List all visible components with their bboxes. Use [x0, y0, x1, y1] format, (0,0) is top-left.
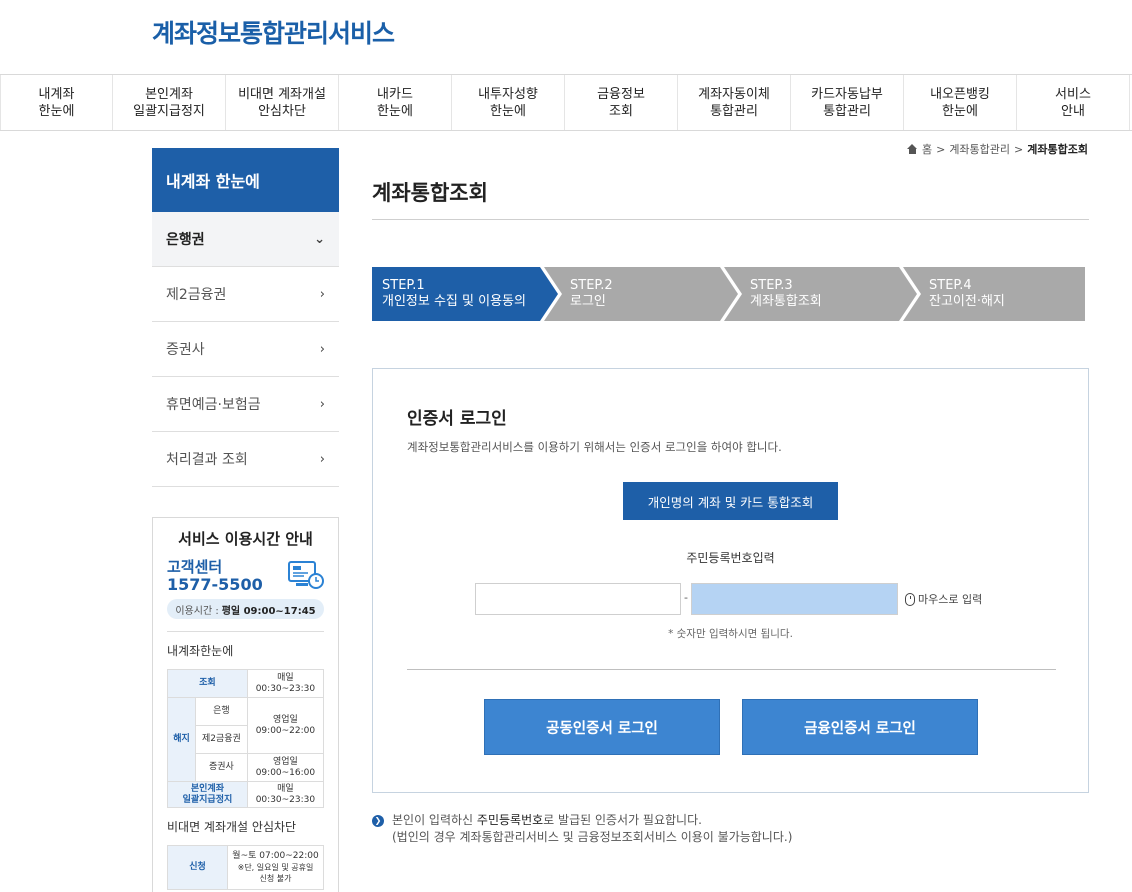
table-cell: 영업일 09:00~16:00	[246, 753, 325, 782]
side-nav: 내계좌 한눈에 은행권 ⌄ 제2금융권 › 증권사 › 휴면예금·보험금 › 처…	[152, 148, 339, 487]
page-title: 계좌통합조회	[372, 181, 488, 205]
side-nav-item-label: 증권사	[166, 342, 205, 358]
service-hours-pill: 이용시간 : 평일 09:00~17:45	[167, 599, 324, 619]
rrn-back-input[interactable]	[691, 583, 898, 615]
table-cell: 매일 00:30~23:30	[246, 669, 325, 698]
side-nav-item-label: 은행권	[166, 232, 205, 248]
table-cell: 조회	[167, 669, 248, 698]
step-2: STEP.2 로그인	[570, 278, 613, 309]
side-nav-item-label: 휴면예금·보험금	[166, 397, 261, 413]
notice-line-2: (법인의 경우 계좌통합관리서비스 및 금융정보조회서비스 이용이 불가능합니다…	[392, 830, 793, 844]
table-cell: 은행	[195, 697, 248, 726]
notice-text: 본인이 입력하신	[392, 813, 477, 827]
gnb-item-7[interactable]: 계좌자동이체 통합관리	[678, 75, 791, 130]
gnb-item-10[interactable]: 서비스 안내	[1017, 75, 1130, 130]
side-nav-title: 내계좌 한눈에	[152, 148, 339, 212]
notice-text: 로 발급된 인증서가 필요합니다.	[543, 813, 702, 827]
side-nav-item-label: 제2금융권	[166, 287, 227, 303]
divider	[407, 669, 1056, 670]
rrn-label: 주민등록번호입력	[686, 551, 775, 565]
divider	[372, 219, 1089, 220]
side-nav-item-bank[interactable]: 은행권 ⌄	[152, 212, 339, 267]
chevron-right-icon: ›	[319, 396, 325, 412]
table-cell-text: 월~토 07:00~22:00	[232, 851, 319, 861]
side-nav-item-results[interactable]: 처리결과 조회 ›	[152, 432, 339, 487]
table-cell: 본인계좌 일괄지급정지	[167, 781, 248, 808]
gnb-item-3[interactable]: 비대면 계좌개설 안심차단	[226, 75, 339, 130]
table-cell: 증권사	[195, 753, 248, 782]
monitor-clock-icon	[288, 561, 324, 589]
table-cell: 월~토 07:00~22:00 ※단, 일요일 및 공휴일 신청 불가	[227, 845, 324, 890]
service-section-title: 비대면 계좌개설 안심차단	[167, 820, 297, 834]
mouse-input-label: 마우스로 입력	[918, 593, 983, 606]
step-3: STEP.3 계좌통합조회	[750, 278, 822, 309]
gnb-item-6[interactable]: 금융정보 조회	[565, 75, 678, 130]
cert-login-title: 인증서 로그인	[407, 409, 507, 429]
breadcrumb-current: 계좌통합조회	[1027, 143, 1088, 156]
notice: ❯ 본인이 입력하신 주민등록번호로 발급된 인증서가 필요합니다. (법인의 경…	[372, 812, 792, 846]
customer-center: 고객센터 1577-5500	[167, 558, 324, 594]
service-hours-title: 서비스 이용시간 안내	[178, 530, 313, 548]
side-nav-item-label: 처리결과 조회	[166, 452, 248, 468]
chevron-down-icon: ⌄	[314, 231, 325, 247]
financial-cert-login-button[interactable]: 금융인증서 로그인	[742, 699, 978, 755]
service-hours-value: 평일 09:00~17:45	[221, 605, 316, 617]
chevron-right-icon: ›	[319, 451, 325, 467]
table-cell: 매일 00:30~23:30	[246, 781, 325, 808]
table-cell-note: ※단, 일요일 및 공휴일 신청 불가	[237, 863, 314, 883]
gnb-item-1[interactable]: 내계좌 한눈에	[0, 75, 113, 130]
mouse-icon	[905, 592, 915, 606]
notice-line-1: ❯ 본인이 입력하신 주민등록번호로 발급된 인증서가 필요합니다.	[372, 812, 792, 829]
step-4: STEP.4 잔고이전·해지	[929, 278, 1005, 309]
table-cell: 영업일 09:00~22:00	[246, 697, 325, 754]
step-indicator: STEP.1 개인정보 수집 및 이용동의 STEP.2 로그인 STEP.3 …	[372, 267, 1085, 321]
site-logo[interactable]: 계좌정보통합관리서비스	[152, 14, 395, 50]
service-section-title: 내계좌한눈에	[167, 644, 234, 658]
chevron-right-icon: ›	[319, 341, 325, 357]
gnb-item-8[interactable]: 카드자동납부 통합관리	[791, 75, 904, 130]
global-nav: 내계좌 한눈에 본인계좌 일괄지급정지 비대면 계좌개설 안심차단 내카드 한눈에 내투…	[0, 74, 1132, 131]
gnb-item-5[interactable]: 내투자성향 한눈에	[452, 75, 565, 130]
joint-cert-login-button[interactable]: 공동인증서 로그인	[484, 699, 720, 755]
breadcrumb-level1[interactable]: 계좌통합관리	[949, 141, 1010, 157]
table-cell: 제2금융권	[195, 725, 248, 754]
chevron-right-icon: >	[936, 142, 946, 156]
side-nav-item-securities[interactable]: 증권사 ›	[152, 322, 339, 377]
gnb-item-4[interactable]: 내카드 한눈에	[339, 75, 452, 130]
side-nav-item-second-tier[interactable]: 제2금융권 ›	[152, 267, 339, 322]
divider	[167, 631, 324, 632]
step-1: STEP.1 개인정보 수집 및 이용동의	[382, 278, 526, 309]
chevron-right-circle-icon: ❯	[372, 814, 384, 827]
rrn-front-input[interactable]	[475, 583, 681, 615]
home-icon[interactable]	[906, 144, 918, 154]
cert-login-description: 계좌정보통합관리서비스를 이용하기 위해서는 인증서 로그인을 하여야 합니다.	[407, 440, 782, 454]
notice-emphasis: 주민등록번호	[476, 813, 544, 827]
chevron-right-icon: ›	[319, 286, 325, 302]
service-hours-table: 조회 매일 00:30~23:30 해지 은행 영업일 09:00~22:00 …	[167, 669, 325, 808]
personal-inquiry-button[interactable]: 개인명의 계좌 및 카드 통합조회	[623, 482, 838, 520]
gnb-item-2[interactable]: 본인계좌 일괄지급정지	[113, 75, 226, 130]
gnb-item-9[interactable]: 내오픈뱅킹 한눈에	[904, 75, 1017, 130]
rrn-note: * 숫자만 입력하시면 됩니다.	[668, 628, 793, 640]
table-cell: 신청	[167, 845, 228, 890]
service-hours-label: 이용시간 :	[175, 605, 219, 617]
breadcrumb-home[interactable]: 홈	[922, 141, 932, 157]
service-hours-box: 서비스 이용시간 안내 고객센터 1577-5500 이용시간 : 평일 09:…	[152, 517, 339, 892]
chevron-right-icon: >	[1014, 142, 1024, 156]
cert-login-panel: 인증서 로그인 계좌정보통합관리서비스를 이용하기 위해서는 인증서 로그인을 …	[372, 368, 1089, 793]
table-cell: 해지	[167, 697, 196, 782]
rrn-dash: -	[684, 591, 688, 604]
side-nav-item-dormant[interactable]: 휴면예금·보험금 ›	[152, 377, 339, 432]
breadcrumb: 홈 > 계좌통합관리 > 계좌통합조회	[906, 141, 1088, 157]
mouse-input-button[interactable]: 마우스로 입력	[905, 591, 982, 607]
service-hours-table: 신청 월~토 07:00~22:00 ※단, 일요일 및 공휴일 신청 불가	[167, 845, 324, 890]
